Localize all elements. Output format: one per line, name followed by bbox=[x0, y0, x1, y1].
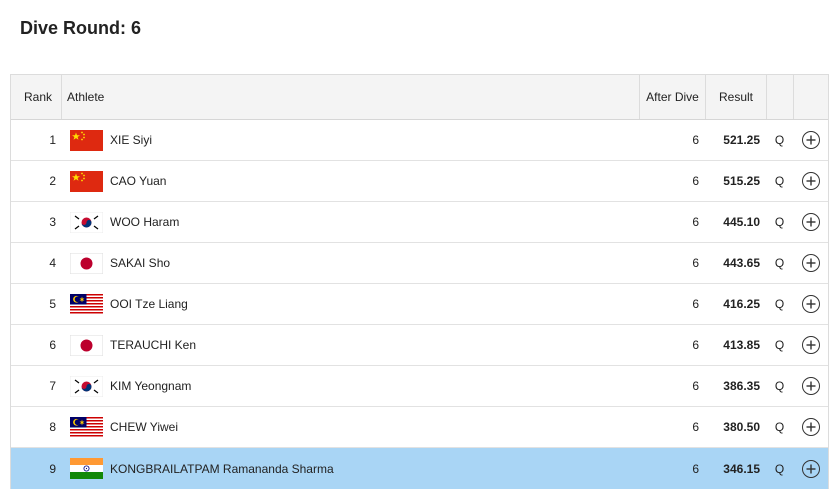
rank-cell: 5 bbox=[49, 297, 56, 311]
table-row[interactable]: 3 WOO Haram 6 445.10 Q bbox=[11, 202, 828, 243]
qualified-badge: Q bbox=[774, 174, 785, 188]
expand-cell bbox=[793, 407, 828, 447]
after-dive-cell: 6 bbox=[692, 297, 699, 311]
qualified-badge: Q bbox=[774, 379, 785, 393]
qualified-badge: Q bbox=[774, 461, 785, 476]
result-cell: 416.25 bbox=[723, 297, 760, 311]
athlete-cell: OOI Tze Liang bbox=[61, 284, 639, 324]
qualified-badge: Q bbox=[774, 420, 785, 434]
athlete-cell: XIE Siyi bbox=[61, 120, 639, 160]
plus-circle-icon[interactable] bbox=[801, 295, 820, 313]
table-row[interactable]: 6 TERAUCHI Ken 6 413.85 Q bbox=[11, 325, 828, 366]
malaysia-flag-icon bbox=[70, 416, 103, 438]
korea-flag-icon bbox=[69, 211, 104, 233]
athlete-name[interactable]: KONGBRAILATPAM Ramananda Sharma bbox=[110, 462, 334, 476]
athlete-name[interactable]: WOO Haram bbox=[110, 215, 179, 229]
rank-cell: 7 bbox=[49, 379, 56, 393]
rank-cell: 2 bbox=[49, 174, 56, 188]
expand-cell bbox=[793, 120, 828, 160]
qualified-badge: Q bbox=[774, 256, 785, 270]
table-row[interactable]: 8 CHEW Yiwei 6 380.50 Q bbox=[11, 407, 828, 448]
header-athlete[interactable]: Athlete bbox=[61, 75, 639, 119]
after-dive-cell: 6 bbox=[692, 338, 699, 352]
table-row[interactable]: 4 SAKAI Sho 6 443.65 Q bbox=[11, 243, 828, 284]
header-rank[interactable]: Rank bbox=[11, 75, 61, 119]
after-dive-cell: 6 bbox=[692, 174, 699, 188]
qualified-badge: Q bbox=[774, 338, 785, 352]
india-flag-icon bbox=[70, 458, 103, 479]
after-dive-cell: 6 bbox=[692, 461, 699, 476]
after-dive-cell: 6 bbox=[692, 379, 699, 393]
malaysia-flag-icon bbox=[70, 293, 103, 315]
athlete-cell: SAKAI Sho bbox=[61, 243, 639, 283]
plus-circle-icon[interactable] bbox=[801, 377, 820, 395]
result-cell: 386.35 bbox=[723, 379, 760, 393]
athlete-cell: CHEW Yiwei bbox=[61, 407, 639, 447]
result-cell: 346.15 bbox=[723, 461, 760, 476]
athlete-name[interactable]: OOI Tze Liang bbox=[110, 297, 188, 311]
table-row[interactable]: 2 CAO Yuan 6 515.25 Q bbox=[11, 161, 828, 202]
plus-circle-icon[interactable] bbox=[801, 459, 820, 478]
expand-cell bbox=[793, 161, 828, 201]
rank-cell: 8 bbox=[49, 420, 56, 434]
athlete-name[interactable]: CHEW Yiwei bbox=[110, 420, 178, 434]
after-dive-cell: 6 bbox=[692, 215, 699, 229]
table-row[interactable]: 9 KONGBRAILATPAM Ramananda Sharma 6 346.15 Q bbox=[11, 448, 828, 489]
results-table: Rank Athlete After Dive Result 1 XIE Siyi… bbox=[10, 74, 829, 489]
plus-circle-icon[interactable] bbox=[801, 213, 820, 231]
expand-cell bbox=[793, 243, 828, 283]
plus-circle-icon[interactable] bbox=[801, 418, 820, 436]
rank-cell: 9 bbox=[49, 461, 56, 476]
result-cell: 380.50 bbox=[723, 420, 760, 434]
plus-circle-icon[interactable] bbox=[801, 131, 820, 149]
table-header: Rank Athlete After Dive Result bbox=[11, 74, 828, 120]
expand-cell bbox=[793, 448, 828, 489]
athlete-name[interactable]: CAO Yuan bbox=[110, 174, 166, 188]
expand-cell bbox=[793, 284, 828, 324]
china-flag-icon bbox=[70, 170, 103, 192]
athlete-cell: CAO Yuan bbox=[61, 161, 639, 201]
plus-circle-icon[interactable] bbox=[801, 172, 820, 190]
qualified-badge: Q bbox=[774, 215, 785, 229]
expand-cell bbox=[793, 202, 828, 242]
table-row[interactable]: 5 OOI Tze Liang 6 416.25 Q bbox=[11, 284, 828, 325]
page-title: Dive Round: 6 bbox=[20, 18, 142, 38]
header-result[interactable]: Result bbox=[705, 75, 766, 119]
rank-cell: 1 bbox=[49, 133, 56, 147]
japan-flag-icon bbox=[70, 334, 103, 356]
athlete-name[interactable]: KIM Yeongnam bbox=[110, 379, 191, 393]
after-dive-cell: 6 bbox=[692, 256, 699, 270]
athlete-cell: KIM Yeongnam bbox=[61, 366, 639, 406]
after-dive-cell: 6 bbox=[692, 420, 699, 434]
qualified-badge: Q bbox=[774, 133, 785, 147]
table-row[interactable]: 1 XIE Siyi 6 521.25 Q bbox=[11, 120, 828, 161]
athlete-cell: TERAUCHI Ken bbox=[61, 325, 639, 365]
rank-cell: 3 bbox=[49, 215, 56, 229]
table-row[interactable]: 7 KIM Yeongnam 6 386.35 Q bbox=[11, 366, 828, 407]
qualified-badge: Q bbox=[774, 297, 785, 311]
china-flag-icon bbox=[70, 129, 103, 151]
header-after-dive[interactable]: After Dive bbox=[639, 75, 705, 119]
athlete-cell: KONGBRAILATPAM Ramananda Sharma bbox=[61, 448, 639, 489]
plus-circle-icon[interactable] bbox=[801, 254, 820, 272]
athlete-name[interactable]: TERAUCHI Ken bbox=[110, 338, 196, 352]
header-expand bbox=[793, 75, 828, 119]
result-cell: 521.25 bbox=[723, 133, 760, 147]
result-cell: 413.85 bbox=[723, 338, 760, 352]
after-dive-cell: 6 bbox=[692, 133, 699, 147]
expand-cell bbox=[793, 366, 828, 406]
athlete-cell: WOO Haram bbox=[61, 202, 639, 242]
athlete-name[interactable]: XIE Siyi bbox=[110, 133, 152, 147]
athlete-name[interactable]: SAKAI Sho bbox=[110, 256, 170, 270]
korea-flag-icon bbox=[69, 375, 104, 397]
japan-flag-icon bbox=[70, 252, 103, 274]
rank-cell: 4 bbox=[49, 256, 56, 270]
rank-cell: 6 bbox=[49, 338, 56, 352]
header-qualification bbox=[766, 75, 793, 119]
expand-cell bbox=[793, 325, 828, 365]
result-cell: 443.65 bbox=[723, 256, 760, 270]
plus-circle-icon[interactable] bbox=[801, 336, 820, 354]
result-cell: 515.25 bbox=[723, 174, 760, 188]
result-cell: 445.10 bbox=[723, 215, 760, 229]
